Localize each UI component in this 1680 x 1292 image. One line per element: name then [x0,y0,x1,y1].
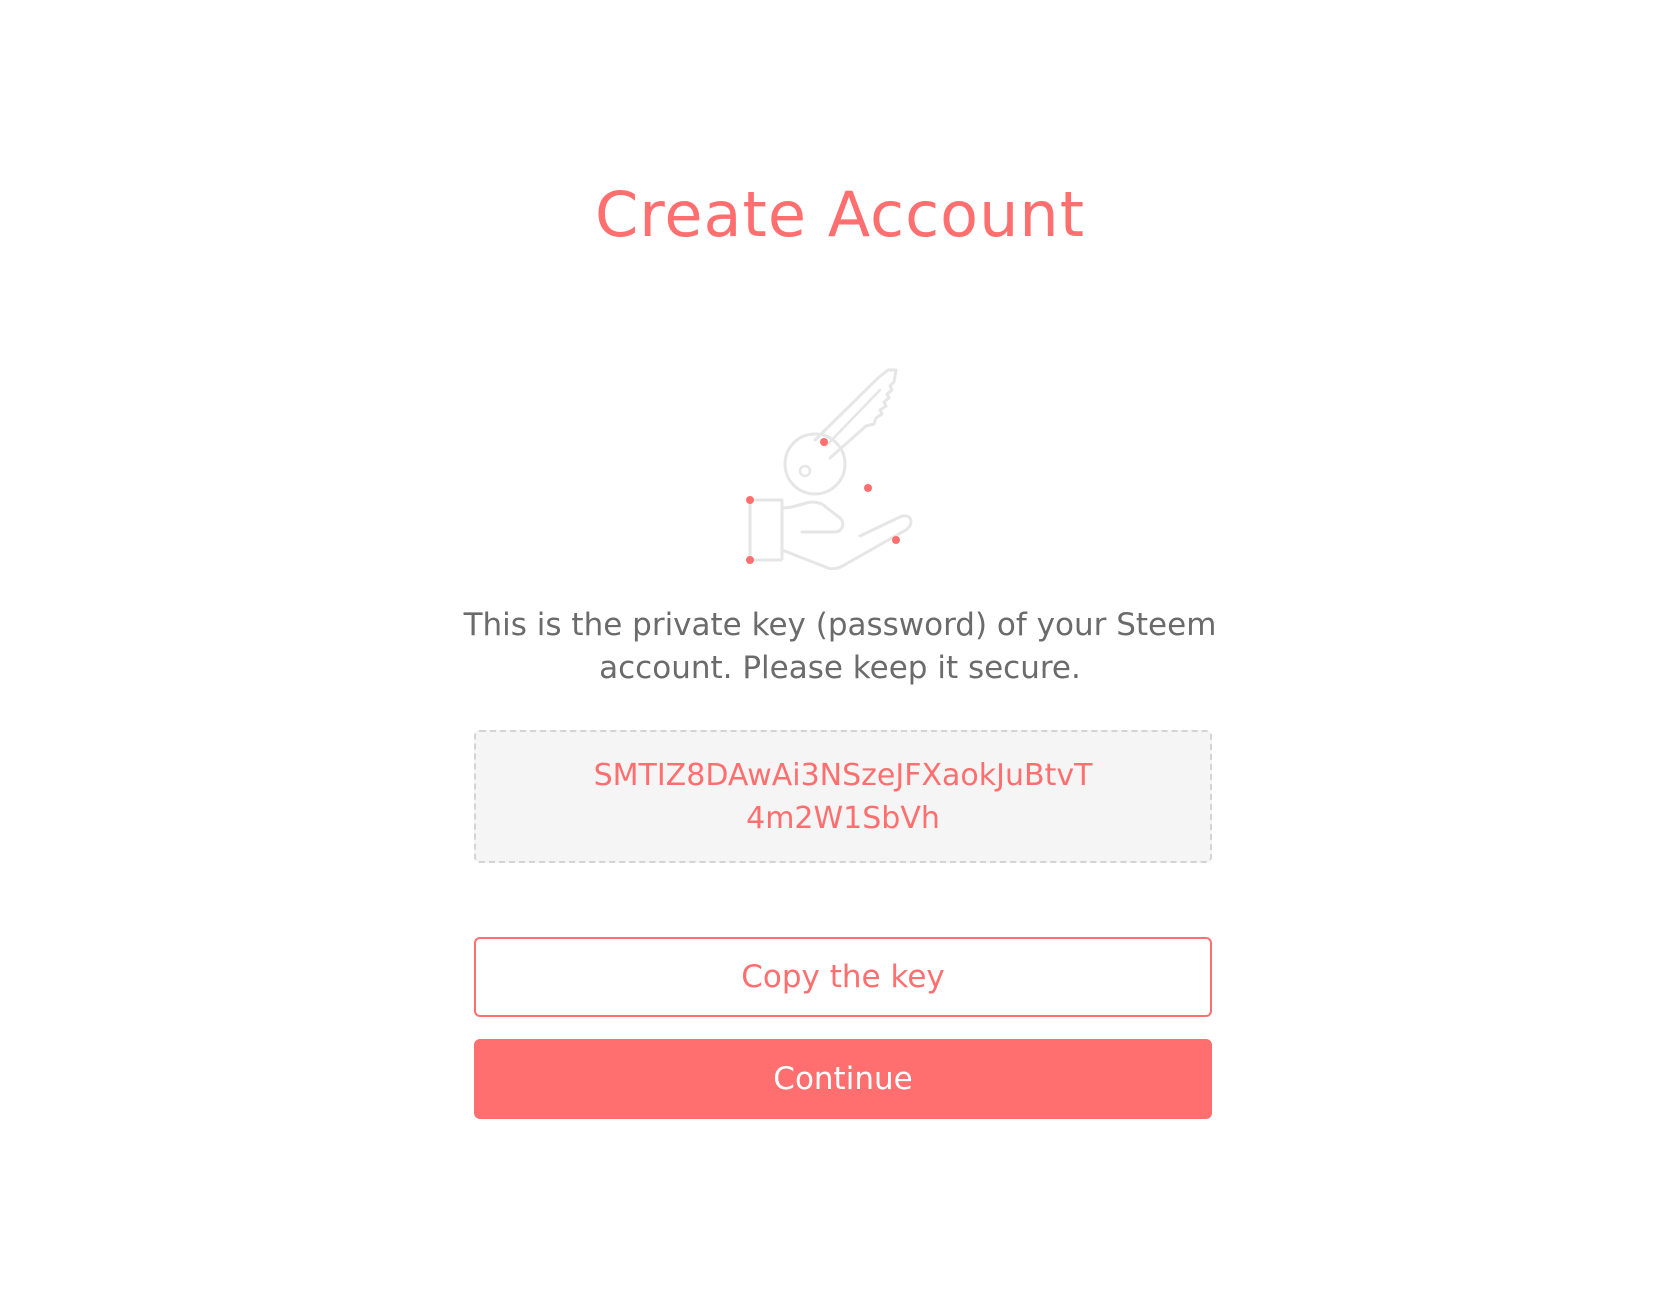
hand-holding-key-icon [730,360,950,571]
page-title: Create Account [594,178,1086,251]
copy-key-button[interactable]: Copy the key [474,937,1212,1017]
continue-button[interactable]: Continue [474,1039,1212,1119]
private-key-value[interactable]: SMTIZ8DAwAi3NSzeJFXaokJuBtvT4m2W1SbVh [593,754,1093,840]
private-key-box[interactable]: SMTIZ8DAwAi3NSzeJFXaokJuBtvT4m2W1SbVh [474,730,1212,863]
create-account-page: Create Account This is the private key (… [0,0,1680,1292]
private-key-description: This is the private key (password) of yo… [463,607,1217,686]
